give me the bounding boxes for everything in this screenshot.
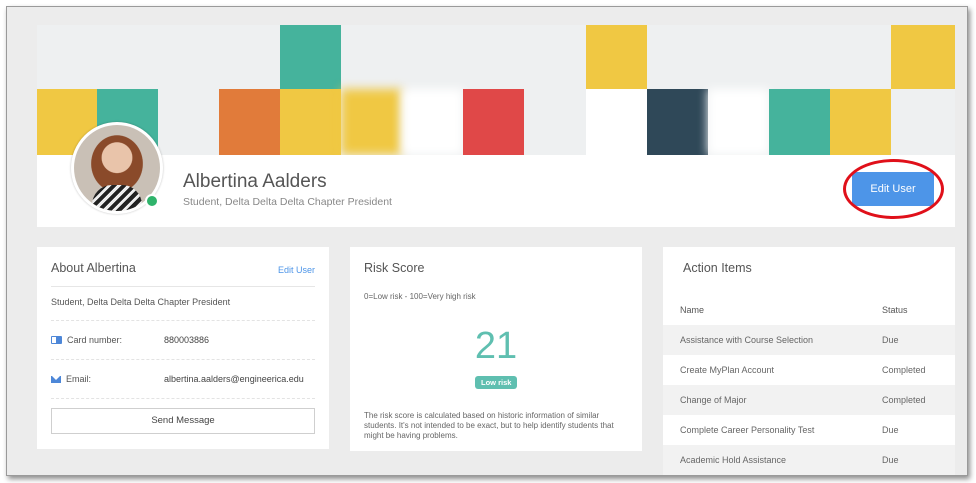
risk-card-title: Risk Score bbox=[364, 261, 425, 275]
column-header-name[interactable]: Name bbox=[680, 305, 704, 315]
action-status: Due bbox=[882, 425, 899, 435]
action-name: Complete Career Personality Test bbox=[680, 425, 815, 435]
divider bbox=[51, 286, 315, 287]
id-card-icon bbox=[51, 336, 62, 344]
action-items-card: Action Items Name Status Assistance with… bbox=[663, 247, 955, 475]
table-row[interactable]: Create MyPlan Account Completed bbox=[663, 355, 955, 385]
divider bbox=[51, 398, 315, 399]
table-row[interactable]: Assistance with Course Selection Due bbox=[663, 325, 955, 355]
action-name: Change of Major bbox=[680, 395, 747, 405]
about-card: About Albertina Edit User Student, Delta… bbox=[37, 247, 329, 449]
action-status: Completed bbox=[882, 365, 926, 375]
action-name: Academic Hold Assistance bbox=[680, 455, 787, 465]
action-name: Assistance with Course Selection bbox=[680, 335, 814, 345]
table-row[interactable]: Complete Career Personality Test Due bbox=[663, 415, 955, 445]
action-name: Create MyPlan Account bbox=[680, 365, 775, 375]
profile-banner bbox=[37, 25, 955, 155]
table-row[interactable]: Change of Major Completed bbox=[663, 385, 955, 415]
profile-name: Albertina Aalders bbox=[183, 171, 327, 192]
action-status: Completed bbox=[882, 395, 926, 405]
risk-scale-legend: 0=Low risk - 100=Very high risk bbox=[364, 292, 476, 301]
email-value[interactable]: albertina.aalders@engineerica.edu bbox=[164, 374, 304, 384]
divider bbox=[51, 320, 315, 321]
online-status-indicator bbox=[145, 194, 159, 208]
risk-score-value: 21 bbox=[474, 325, 518, 367]
envelope-icon bbox=[51, 375, 61, 383]
table-row[interactable]: Academic Hold Assistance Due bbox=[663, 445, 955, 475]
about-role: Student, Delta Delta Delta Chapter Presi… bbox=[51, 297, 231, 307]
column-header-status[interactable]: Status bbox=[882, 305, 908, 315]
card-number-value: 880003886 bbox=[164, 335, 210, 345]
action-items-title: Action Items bbox=[683, 261, 752, 275]
profile-header-bar bbox=[37, 155, 955, 227]
card-number-label-text: Card number: bbox=[67, 335, 123, 345]
profile-subtitle: Student, Delta Delta Delta Chapter Presi… bbox=[183, 196, 392, 208]
email-label-text: Email: bbox=[66, 374, 92, 384]
risk-level-badge: Low risk bbox=[475, 376, 518, 389]
app-window: Albertina Aalders Student, Delta Delta D… bbox=[6, 6, 968, 476]
email-label: Email: bbox=[51, 374, 91, 384]
action-status: Due bbox=[882, 335, 899, 345]
risk-score-card: Risk Score 0=Low risk - 100=Very high ri… bbox=[350, 247, 642, 451]
highlight-annotation-ring bbox=[843, 159, 944, 219]
action-status: Due bbox=[882, 455, 899, 465]
divider bbox=[51, 359, 315, 360]
about-edit-user-link[interactable]: Edit User bbox=[278, 265, 315, 275]
risk-description: The risk score is calculated based on hi… bbox=[364, 411, 614, 440]
card-number-label: Card number: bbox=[51, 335, 122, 345]
about-card-title: About Albertina bbox=[51, 261, 136, 275]
send-message-button[interactable]: Send Message bbox=[51, 408, 315, 434]
action-items-header: Name Status bbox=[663, 295, 955, 325]
